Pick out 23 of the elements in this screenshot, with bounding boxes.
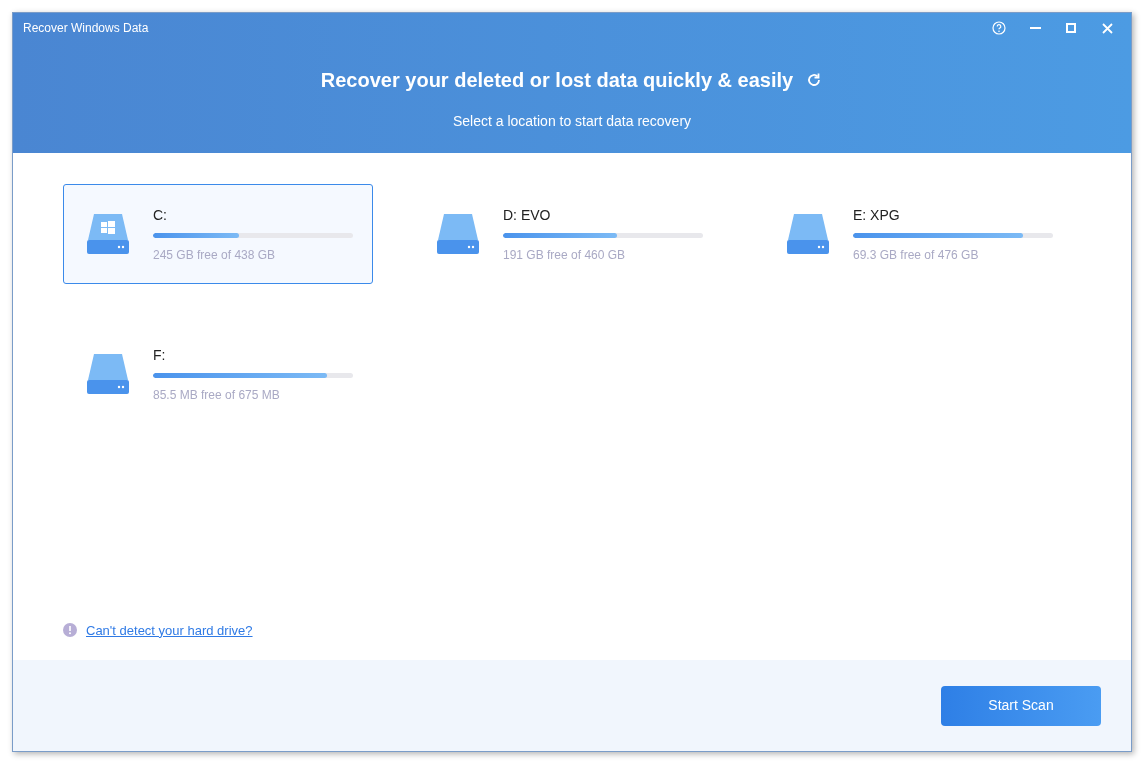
window-title: Recover Windows Data — [23, 20, 149, 37]
headline: Recover your deleted or lost data quickly & easily — [320, 68, 794, 93]
drive-usage: 69.3 GB free of 476 GB — [853, 246, 980, 264]
help-link[interactable]: Can't detect your hard drive? — [86, 620, 253, 640]
subtitle: Select a location to start data recovery — [451, 112, 693, 131]
drive-icon — [786, 213, 830, 255]
info-icon — [63, 623, 77, 638]
drive-icon — [86, 213, 130, 255]
drive-icon — [436, 213, 480, 255]
drive-card[interactable]: C: 245 GB free of 438 GB — [63, 184, 373, 284]
minimize-icon — [1029, 27, 1041, 29]
drive-usage: 245 GB free of 438 GB — [153, 246, 277, 264]
drive-name: C: — [153, 205, 168, 225]
help-icon — [992, 21, 1006, 35]
drive-name: D: EVO — [503, 205, 552, 225]
drive-usage: 191 GB free of 460 GB — [503, 246, 627, 264]
close-icon — [1101, 22, 1113, 34]
maximize-icon — [1066, 23, 1076, 33]
drive-icon — [86, 353, 130, 395]
drive-name: F: — [153, 345, 167, 365]
drive-name: E: XPG — [853, 205, 901, 225]
drive-usage: 85.5 MB free of 675 MB — [153, 386, 281, 404]
refresh-icon — [806, 72, 823, 88]
